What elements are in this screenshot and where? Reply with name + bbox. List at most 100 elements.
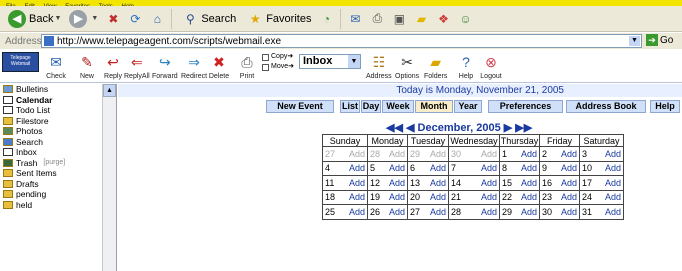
add-event-link[interactable]: Add [605, 178, 621, 188]
add-event-link[interactable]: Add [430, 163, 446, 173]
day-cell[interactable]: 6 Add [407, 160, 449, 176]
day-number[interactable]: 3 [582, 149, 587, 159]
day-cell[interactable]: 14 Add [448, 175, 500, 191]
move-checkbox[interactable] [262, 63, 269, 71]
reply-all-button[interactable]: ⇐ ReplyAll [124, 52, 150, 81]
preferences-button[interactable]: Preferences [488, 100, 563, 113]
edit-icon[interactable]: ▣ [391, 11, 407, 27]
day-number[interactable]: 20 [410, 192, 420, 202]
day-number[interactable]: 29 [410, 149, 420, 159]
sidebar-item-todo-list[interactable]: Todo List [0, 105, 116, 116]
next-month-icon[interactable]: ▶ [504, 122, 512, 134]
add-event-link[interactable]: Add [481, 149, 497, 159]
day-number[interactable]: 19 [370, 192, 380, 202]
day-cell[interactable]: 25 Add [322, 204, 368, 220]
day-cell[interactable]: 16 Add [539, 175, 580, 191]
add-event-link[interactable]: Add [521, 192, 537, 202]
go-button[interactable]: ➔ Go [646, 34, 673, 46]
day-cell[interactable]: 21 Add [448, 189, 500, 205]
day-number[interactable]: 16 [542, 178, 552, 188]
add-event-link[interactable]: Add [521, 163, 537, 173]
chevron-down-icon[interactable]: ▼ [91, 15, 98, 22]
day-number[interactable]: 28 [451, 207, 461, 217]
reply-button[interactable]: ↩ Reply [102, 52, 124, 81]
day-number[interactable]: 24 [582, 192, 592, 202]
add-event-link[interactable]: Add [349, 163, 365, 173]
redirect-button[interactable]: ⇒ Redirect [181, 52, 207, 81]
day-number[interactable]: 18 [325, 192, 335, 202]
day-cell[interactable]: 12 Add [367, 175, 408, 191]
day-cell[interactable]: 15 Add [499, 175, 540, 191]
day-number[interactable]: 13 [410, 178, 420, 188]
add-event-link[interactable]: Add [389, 207, 405, 217]
sidebar-item-pending[interactable]: pending [0, 189, 116, 200]
day-cell[interactable]: 29 Add [407, 146, 449, 162]
day-number[interactable]: 30 [542, 207, 552, 217]
people-icon[interactable]: ☺ [457, 11, 473, 27]
day-number[interactable]: 28 [370, 149, 380, 159]
history-icon[interactable]: ◔ [318, 11, 334, 27]
year-view-button[interactable]: Year [454, 100, 482, 113]
print-icon[interactable]: ⎙ [369, 11, 385, 27]
day-cell[interactable]: 7 Add [448, 160, 500, 176]
day-cell[interactable]: 30 Add [539, 204, 580, 220]
sidebar-item-inbox[interactable]: Inbox [0, 147, 116, 158]
add-event-link[interactable]: Add [561, 178, 577, 188]
day-cell[interactable]: 1 Add [499, 146, 540, 162]
day-cell[interactable]: 5 Add [367, 160, 408, 176]
new-button[interactable]: ✎ New [76, 52, 98, 81]
add-event-link[interactable]: Add [349, 149, 365, 159]
add-event-link[interactable]: Add [349, 207, 365, 217]
add-event-link[interactable]: Add [481, 163, 497, 173]
day-cell[interactable]: 20 Add [407, 189, 449, 205]
add-event-link[interactable]: Add [605, 163, 621, 173]
day-cell[interactable]: 26 Add [367, 204, 408, 220]
day-cell[interactable]: 18 Add [322, 189, 368, 205]
sidebar-item-held[interactable]: held [0, 200, 116, 211]
day-cell[interactable]: 2 Add [539, 146, 580, 162]
new-event-button[interactable]: New Event [266, 100, 334, 113]
day-cell[interactable]: 9 Add [539, 160, 580, 176]
day-cell[interactable]: 24 Add [579, 189, 624, 205]
refresh-icon[interactable]: ⟳ [127, 11, 143, 27]
folders-button[interactable]: ▰ Folders [424, 52, 447, 81]
add-event-link[interactable]: Add [561, 163, 577, 173]
purge-link[interactable]: [purge] [43, 159, 65, 166]
move-option[interactable]: Move ➜ [262, 62, 294, 72]
day-number[interactable]: 23 [542, 192, 552, 202]
day-cell[interactable]: 29 Add [499, 204, 540, 220]
month-view-button[interactable]: Month [415, 100, 453, 113]
add-event-link[interactable]: Add [605, 207, 621, 217]
day-number[interactable]: 27 [410, 207, 420, 217]
add-event-link[interactable]: Add [349, 178, 365, 188]
day-number[interactable]: 22 [502, 192, 512, 202]
day-cell[interactable]: 28 Add [367, 146, 408, 162]
add-event-link[interactable]: Add [430, 178, 446, 188]
day-number[interactable]: 15 [502, 178, 512, 188]
add-event-link[interactable]: Add [561, 149, 577, 159]
day-number[interactable]: 27 [325, 149, 335, 159]
day-cell[interactable]: 4 Add [322, 160, 368, 176]
stop-icon[interactable]: ✖ [105, 11, 121, 27]
sidebar-item-drafts[interactable]: Drafts [0, 179, 116, 190]
day-cell[interactable]: 27 Add [322, 146, 368, 162]
next-year-icon[interactable]: ▶▶ [515, 122, 532, 134]
day-cell[interactable]: 30 Add [448, 146, 500, 162]
delete-button[interactable]: ✖ Delete [208, 52, 230, 81]
day-cell[interactable]: 19 Add [367, 189, 408, 205]
add-event-link[interactable]: Add [521, 178, 537, 188]
options-button[interactable]: ✂ Options [395, 52, 419, 81]
sidebar-item-calendar[interactable]: Calendar [0, 95, 116, 106]
add-event-link[interactable]: Add [521, 149, 537, 159]
add-event-link[interactable]: Add [389, 178, 405, 188]
day-cell[interactable]: 28 Add [448, 204, 500, 220]
search-button[interactable]: ⚲ Search [175, 8, 240, 30]
week-view-button[interactable]: Week [382, 100, 414, 113]
prev-year-icon[interactable]: ◀◀ [386, 122, 403, 134]
sidebar-item-bulletins[interactable]: Bulletins [0, 84, 116, 95]
add-event-link[interactable]: Add [481, 207, 497, 217]
day-number[interactable]: 31 [582, 207, 592, 217]
home-icon[interactable]: ⌂ [149, 11, 165, 27]
day-cell[interactable]: 22 Add [499, 189, 540, 205]
forward-mail-button[interactable]: ↪ Forward [152, 52, 178, 81]
